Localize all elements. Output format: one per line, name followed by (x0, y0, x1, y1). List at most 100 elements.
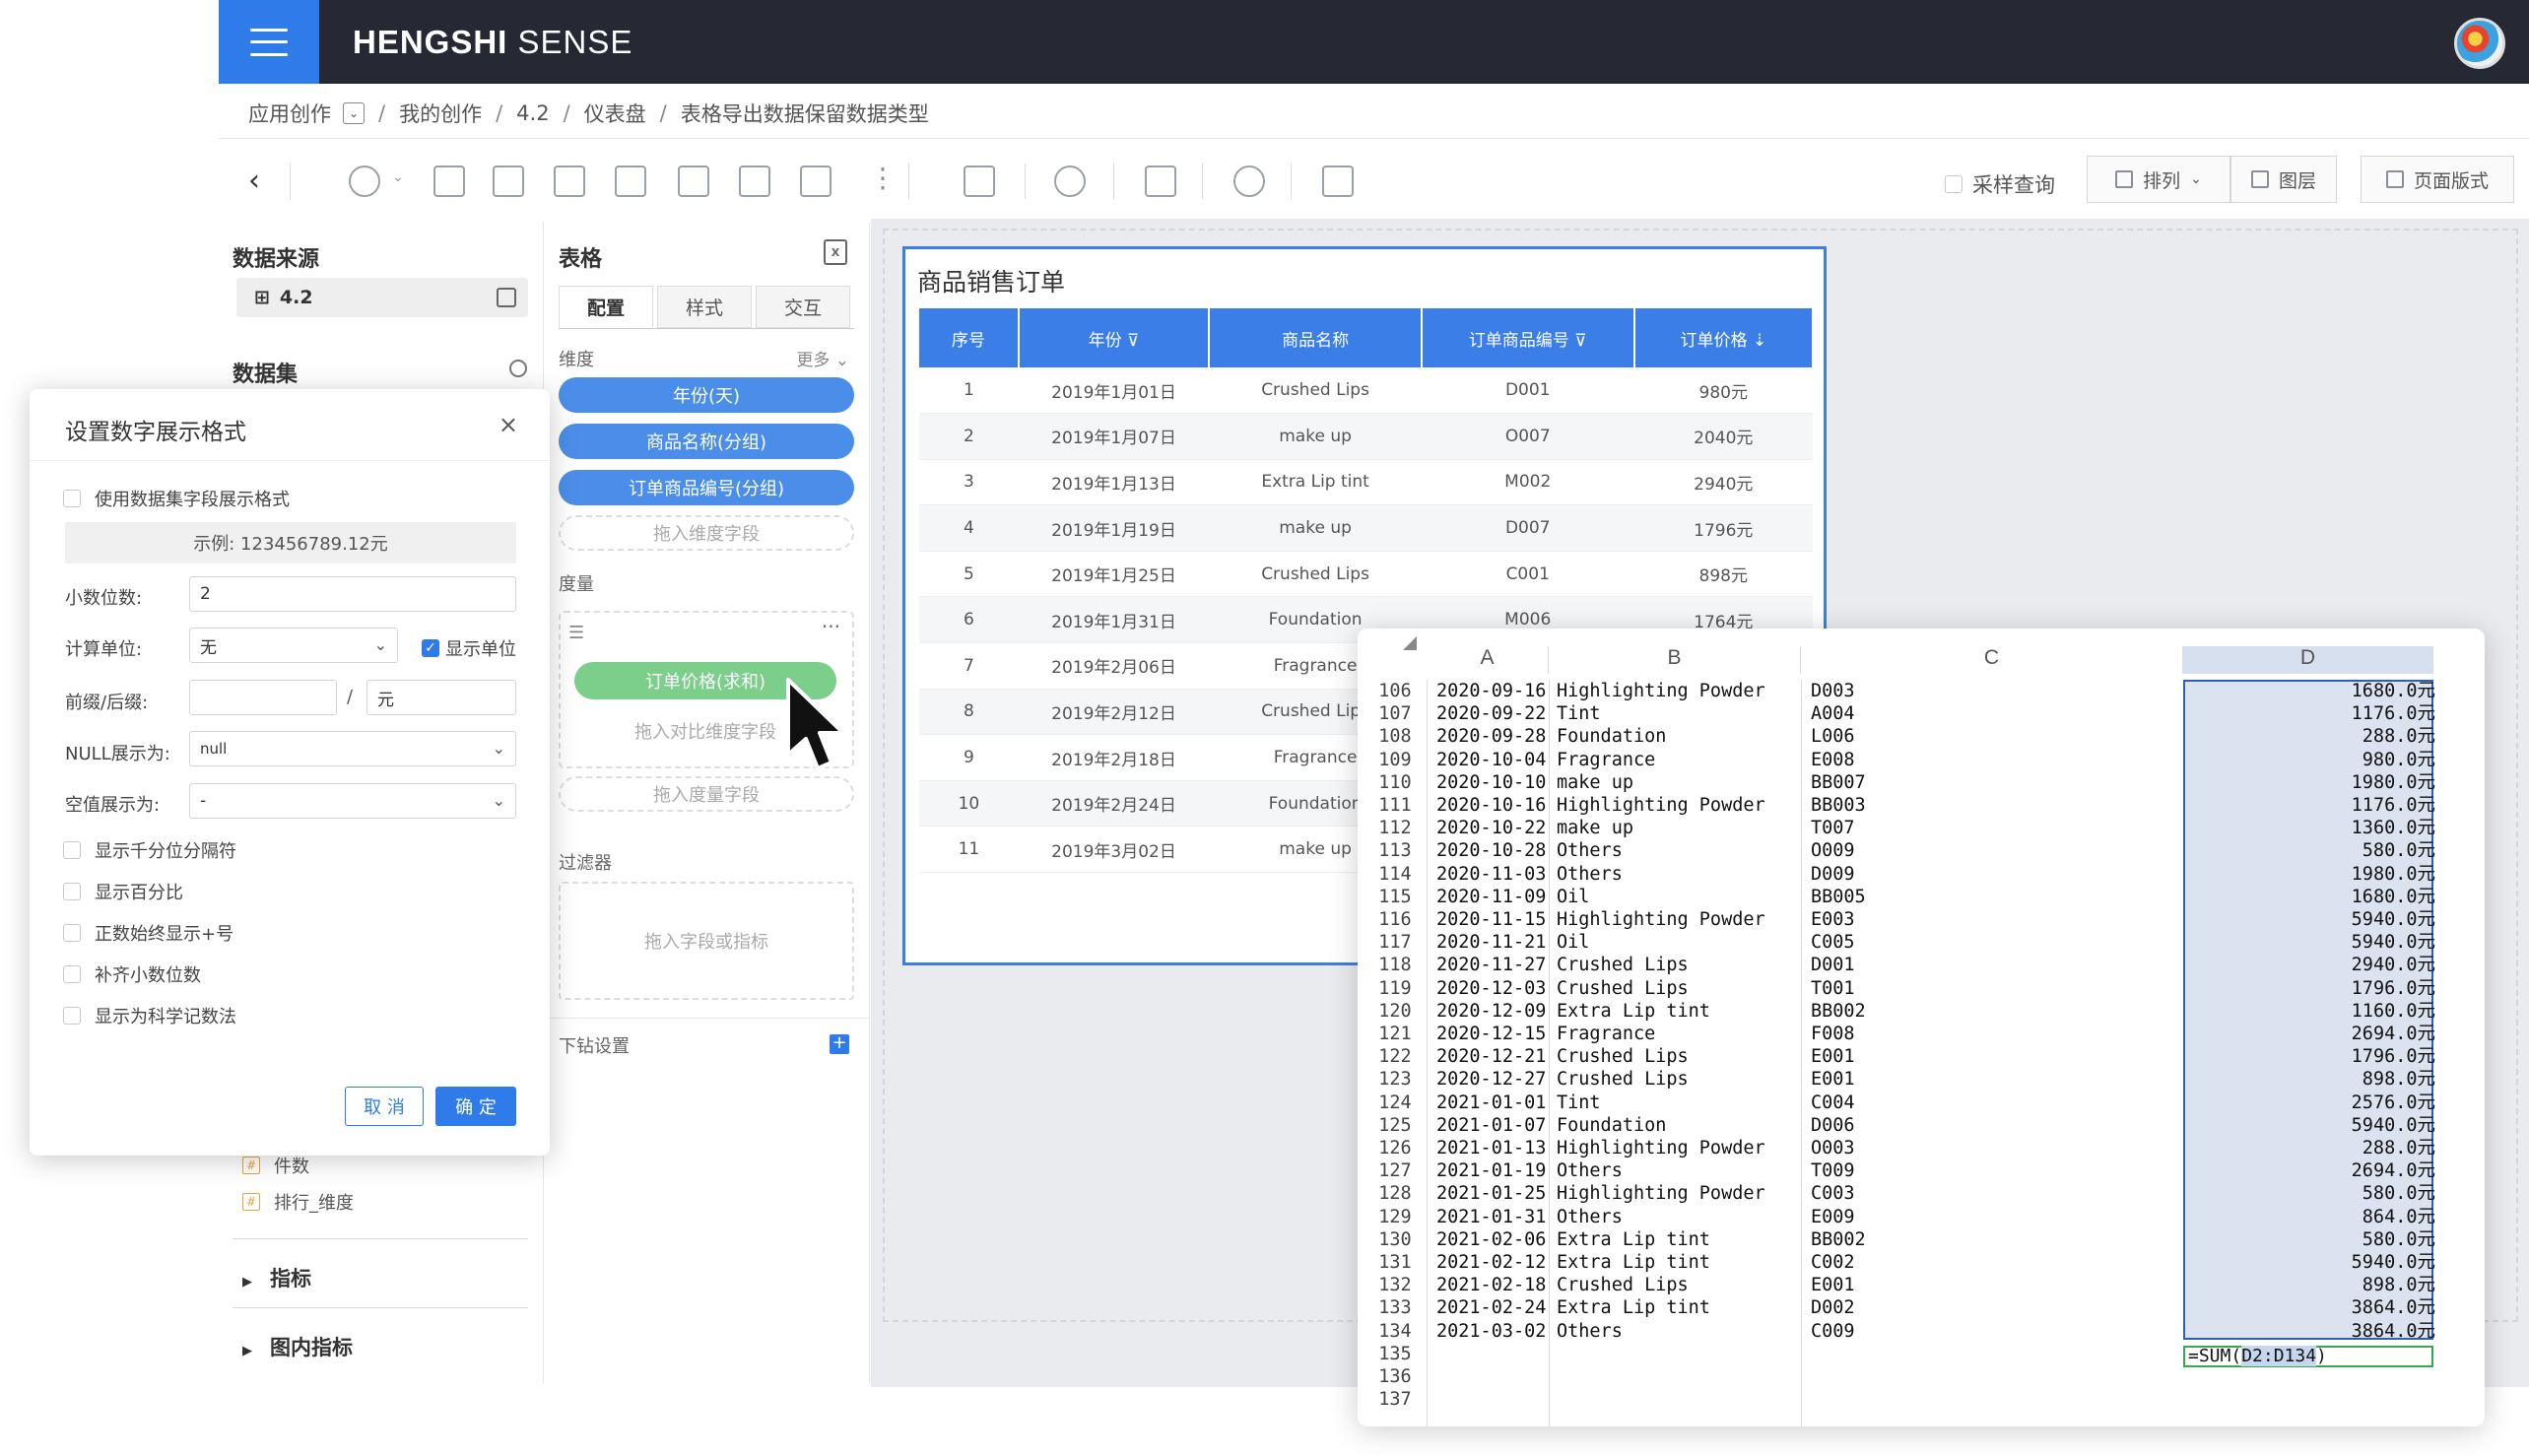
checkbox-checked[interactable]: ✓ (422, 639, 439, 657)
sheet-row[interactable]: 128 2021-01-25 Highlighting Powder C003 580.… (1358, 1182, 2485, 1205)
row-number[interactable]: 131 (1373, 1251, 1417, 1274)
row-number[interactable]: 111 (1373, 794, 1417, 817)
row-number[interactable]: 117 (1373, 931, 1417, 954)
chart-type-icon[interactable] (349, 165, 380, 197)
row-number[interactable]: 122 (1373, 1045, 1417, 1068)
column-header-d[interactable]: D (2183, 646, 2433, 674)
breadcrumb-my-create[interactable]: 我的创作 (399, 99, 482, 128)
filter-icon[interactable] (739, 165, 770, 197)
chevron-down-icon[interactable]: ⌄ (392, 169, 424, 201)
more-icon[interactable]: ··· (822, 615, 840, 638)
sheet-row[interactable]: 114 2020-11-03 Others D009 1980.0元 (1358, 863, 2485, 886)
sheet-row[interactable]: 109 2020-10-04 Fragrance E008 980.0元 (1358, 749, 2485, 771)
section-chart-metrics[interactable]: ▶ 图内指标 (233, 1307, 528, 1361)
sheet-row[interactable]: 133 2021-02-24 Extra Lip tint D002 3864.0元 (1358, 1296, 2485, 1319)
column-header[interactable]: 序号 (919, 308, 1020, 367)
search-icon[interactable] (509, 360, 527, 377)
null-select[interactable]: null ⌄ (189, 731, 516, 766)
form-icon[interactable] (678, 165, 709, 197)
table-row[interactable]: 5 2019年1月25日 Crushed Lips C001 898元 (919, 551, 1813, 598)
sheet-row[interactable]: 117 2020-11-21 Oil C005 5940.0元 (1358, 931, 2485, 954)
pad-decimals-option[interactable]: 补齐小数位数 (63, 961, 201, 987)
column-header[interactable]: 年份 ⊽ (1018, 308, 1211, 367)
row-number[interactable]: 136 (1373, 1365, 1417, 1388)
sheet-row[interactable]: 132 2021-02-18 Crushed Lips E001 898.0元 (1358, 1274, 2485, 1296)
use-dataset-format-option[interactable]: 使用数据集字段展示格式 (63, 486, 290, 511)
row-number[interactable]: 128 (1373, 1182, 1417, 1205)
tab-interaction[interactable]: 交互 (756, 286, 850, 328)
column-header[interactable]: 订单商品编号 ⊽ (1421, 308, 1635, 367)
row-number[interactable]: 116 (1373, 908, 1417, 931)
sort-icon[interactable]: ⇣ (1753, 331, 1766, 351)
field-item[interactable]: # 件数 (242, 1153, 309, 1178)
row-number[interactable]: 113 (1373, 839, 1417, 862)
tab-style[interactable]: 样式 (657, 286, 752, 328)
sheet-row[interactable]: 131 2021-02-12 Extra Lip tint C002 5940.0元 (1358, 1251, 2485, 1274)
table-icon[interactable] (800, 165, 832, 197)
sheet-row[interactable]: 115 2020-11-09 Oil BB005 1680.0元 (1358, 886, 2485, 908)
unit-select[interactable]: 无 ⌄ (189, 628, 398, 663)
more-vertical-icon[interactable]: ⋮ (869, 162, 897, 194)
row-number[interactable]: 107 (1373, 702, 1417, 725)
image-icon[interactable] (433, 165, 465, 197)
prefix-input[interactable] (189, 680, 337, 715)
layers-button[interactable]: 图层 (2230, 156, 2337, 203)
sheet-row[interactable]: 122 2020-12-21 Crushed Lips E001 1796.0元 (1358, 1045, 2485, 1068)
section-metrics[interactable]: ▶ 指标 (233, 1238, 528, 1292)
row-number[interactable]: 129 (1373, 1206, 1417, 1228)
hamburger-menu-button[interactable] (219, 0, 319, 84)
sheet-row[interactable]: 112 2020-10-22 make up T007 1360.0元 (1358, 817, 2485, 839)
row-number[interactable]: 124 (1373, 1092, 1417, 1114)
export-icon[interactable] (1322, 165, 1354, 197)
plus-sign-option[interactable]: 正数始终显示+号 (63, 920, 233, 946)
list-icon[interactable] (554, 165, 585, 197)
filter-icon[interactable]: ⊽ (1127, 331, 1139, 351)
sheet-row[interactable]: 123 2020-12-27 Crushed Lips E001 898.0元 (1358, 1068, 2485, 1091)
table-row[interactable]: 4 2019年1月19日 make up D007 1796元 (919, 504, 1813, 552)
drop-dimension-zone[interactable]: 拖入维度字段 (559, 515, 854, 551)
table-row[interactable]: 1 2019年1月01日 Crushed Lips D001 980元 (919, 367, 1813, 415)
sheet-row[interactable]: 110 2020-10-10 make up BB007 1980.0元 (1358, 771, 2485, 794)
sheet-row[interactable]: 134 2021-03-02 Others C009 3864.0元 (1358, 1320, 2485, 1343)
checkbox[interactable] (63, 490, 81, 507)
datasource-selector[interactable]: ⊞ 4.2 (236, 278, 528, 317)
sheet-row[interactable]: 118 2020-11-27 Crushed Lips D001 2940.0元 (1358, 954, 2485, 976)
row-number[interactable]: 133 (1373, 1296, 1417, 1319)
sheet-row[interactable]: 107 2020-09-22 Tint A004 1176.0元 (1358, 702, 2485, 725)
sheet-row[interactable]: 124 2021-01-01 Tint C004 2576.0元 (1358, 1092, 2485, 1114)
field-item[interactable]: # 排行_维度 (242, 1189, 354, 1215)
add-drill-button[interactable]: + (830, 1034, 849, 1054)
row-number[interactable]: 134 (1373, 1320, 1417, 1343)
drop-measure-zone[interactable]: 拖入度量字段 (559, 776, 854, 812)
row-number[interactable]: 106 (1373, 680, 1417, 702)
row-number[interactable]: 121 (1373, 1023, 1417, 1045)
row-number[interactable]: 130 (1373, 1228, 1417, 1251)
sheet-row[interactable]: 121 2020-12-15 Fragrance F008 2694.0元 (1358, 1023, 2485, 1045)
row-number[interactable]: 135 (1373, 1343, 1417, 1365)
sample-query-toggle[interactable]: 采样查询 (1945, 169, 2055, 199)
formula-cell[interactable]: =SUM(D2:D134) (2183, 1346, 2433, 1367)
sheet-row[interactable]: 126 2021-01-13 Highlighting Powder O003 288.… (1358, 1137, 2485, 1159)
row-number[interactable]: 132 (1373, 1274, 1417, 1296)
sheet-row[interactable]: 136 (1358, 1365, 2485, 1388)
page-layout-button[interactable]: 页面版式 (2361, 156, 2514, 203)
sheet-row[interactable]: 130 2021-02-06 Extra Lip tint BB002 580.0元 (1358, 1228, 2485, 1251)
column-header[interactable]: 订单价格 ⇣ (1633, 308, 1815, 367)
row-number[interactable]: 137 (1373, 1388, 1417, 1411)
row-number[interactable]: 115 (1373, 886, 1417, 908)
thousands-separator-option[interactable]: 显示千分位分隔符 (63, 837, 236, 863)
table-row[interactable]: 3 2019年1月13日 Extra Lip tint M002 2940元 (919, 459, 1813, 506)
breadcrumb-dashboard[interactable]: 仪表盘 (584, 99, 646, 128)
sheet-row[interactable]: 125 2021-01-07 Foundation D006 5940.0元 (1358, 1114, 2485, 1137)
row-number[interactable]: 123 (1373, 1068, 1417, 1091)
column-header-c[interactable]: C (1801, 646, 2183, 674)
column-header-b[interactable]: B (1549, 646, 1801, 674)
row-number[interactable]: 127 (1373, 1159, 1417, 1182)
expand-icon[interactable] (1145, 165, 1176, 197)
back-arrow-icon[interactable]: ‹ (248, 164, 260, 198)
sheet-row[interactable]: 113 2020-10-28 Others O009 580.0元 (1358, 839, 2485, 862)
sheet-row[interactable]: 119 2020-12-03 Crushed Lips T001 1796.0元 (1358, 977, 2485, 1000)
dimension-pill[interactable]: 年份(天) (559, 377, 854, 413)
row-number[interactable]: 126 (1373, 1137, 1417, 1159)
excel-export-icon[interactable]: X (824, 239, 847, 265)
